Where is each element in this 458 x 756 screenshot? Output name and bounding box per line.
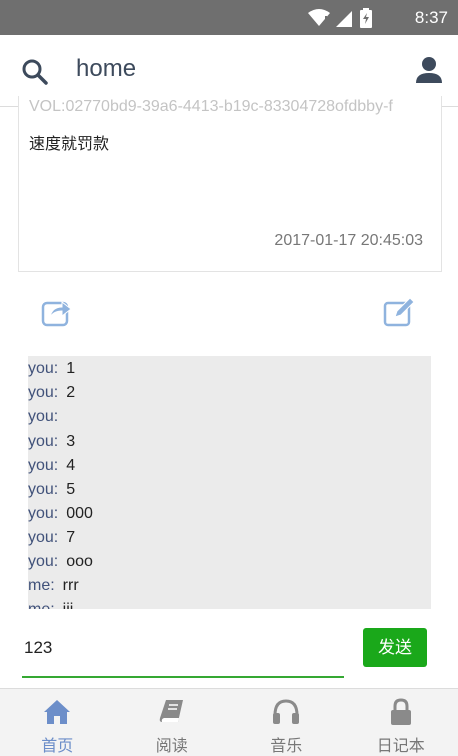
nav-label: 阅读: [155, 736, 188, 755]
message-text: 000: [66, 505, 93, 522]
chat-message: you: 7: [28, 529, 75, 553]
note-content: 速度就罚款: [29, 134, 110, 153]
edit-icon[interactable]: [382, 295, 416, 329]
message-sender: you:: [28, 457, 59, 474]
send-button[interactable]: 发送: [363, 628, 427, 667]
message-input[interactable]: [22, 628, 344, 668]
message-sender: me:: [28, 601, 55, 609]
note-card: VOL:02770bd9-39a6-4413-b19c-83304728ofdb…: [18, 96, 442, 272]
chat-message: you: 000: [28, 505, 93, 529]
status-time: 8:37: [414, 8, 448, 27]
app-screen: 8:37 home VOL:02770bd9-39a6-4413-b19c-83…: [0, 0, 458, 756]
nav-item-read[interactable]: 阅读: [115, 689, 230, 756]
chat-message: you: ooo: [28, 553, 93, 577]
message-sender: you:: [28, 360, 59, 377]
input-underline: [22, 676, 344, 678]
nav-label: 音乐: [270, 736, 303, 755]
message-text: 2: [66, 384, 76, 401]
note-timestamp: 2017-01-17 20:45:03: [274, 232, 423, 249]
chat-message: me: rrr: [28, 577, 79, 601]
battery-icon: [360, 8, 372, 28]
bottom-nav: 首页 阅读 音乐 日记本: [0, 688, 458, 756]
message-text: 3: [66, 433, 76, 450]
message-sender: me:: [28, 577, 55, 594]
message-sender: you:: [28, 433, 59, 450]
headphones-icon: [273, 699, 300, 724]
message-sender: you:: [28, 529, 59, 546]
message-text: 1: [66, 360, 76, 377]
user-icon[interactable]: [414, 55, 444, 85]
message-text: 5: [66, 481, 76, 498]
message-sender: you:: [28, 553, 59, 570]
chat-message: you: 1: [28, 360, 75, 384]
message-text: iii: [63, 601, 74, 609]
nav-item-diary[interactable]: 日记本: [344, 689, 458, 756]
status-icons: [308, 8, 372, 28]
note-id: VOL:02770bd9-39a6-4413-b19c-83304728ofdb…: [29, 98, 393, 115]
nav-label: 首页: [41, 736, 74, 755]
chat-message: you: 4: [28, 457, 75, 481]
message-sender: you:: [28, 408, 59, 425]
chat-message: you:: [28, 408, 66, 432]
message-text: rrr: [62, 577, 79, 594]
chat-message: me: iii: [28, 601, 73, 609]
message-text: 7: [66, 529, 76, 546]
chat-message: you: 5: [28, 481, 75, 505]
nav-label: 日记本: [376, 736, 425, 755]
message-sender: you:: [28, 505, 59, 522]
lock-icon: [390, 698, 411, 725]
nav-item-home[interactable]: 首页: [0, 689, 115, 756]
home-icon: [44, 700, 71, 724]
message-sender: you:: [28, 481, 59, 498]
message-sender: you:: [28, 384, 59, 401]
signal-icon: [336, 11, 352, 27]
share-icon[interactable]: [40, 295, 74, 329]
status-bar: 8:37: [0, 0, 458, 35]
page-title: home: [76, 55, 137, 82]
chat-log[interactable]: you: 1 you: 2 you: you: 3 you: 4 you: 5 you: 0…: [28, 356, 431, 609]
chat-message: you: 2: [28, 384, 75, 408]
chat-message: you: 3: [28, 433, 75, 457]
book-icon: [159, 700, 183, 722]
search-icon[interactable]: [20, 57, 50, 87]
message-text: 4: [66, 457, 76, 474]
nav-item-music[interactable]: 音乐: [229, 689, 344, 756]
message-text: ooo: [66, 553, 93, 570]
wifi-icon: [308, 9, 330, 26]
